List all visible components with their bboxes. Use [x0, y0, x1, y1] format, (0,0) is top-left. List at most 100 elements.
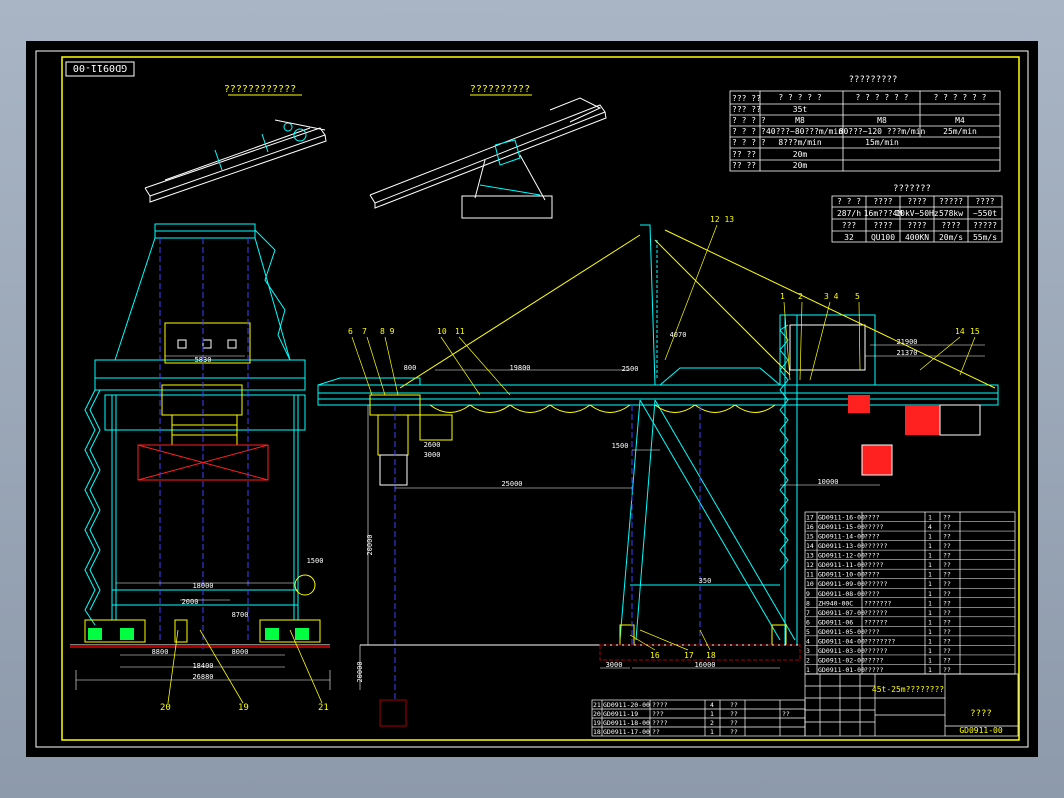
parts-lower-cell: GD0911-20-00 [603, 701, 650, 709]
spec-r3-c1: ? ? ? ? [732, 116, 766, 125]
parts-cell: 1 [928, 609, 932, 617]
parts-cell: ?? [943, 561, 951, 569]
parts-cell: 1 [928, 656, 932, 664]
parts-cell: 1 [928, 599, 932, 607]
parts-lower-cell: GD0911-17-00 [603, 728, 650, 736]
dim-2000: 2000 [182, 598, 199, 606]
parts-cell: 1 [928, 637, 932, 645]
spec-r5-c3: 15m/min [865, 138, 899, 147]
perf-r1-c3: ???? [907, 197, 926, 206]
parts-cell: GD0911-16-00 [818, 514, 865, 522]
callout-11: 11 [455, 327, 465, 336]
parts-cell: 1 [928, 533, 932, 541]
perf-r2-c5: ~550t [973, 209, 997, 218]
perf-r1-c1: ? ? ? [837, 197, 861, 206]
spec-r7-c2: 20m [793, 161, 808, 170]
perf-r3-c3: ???? [907, 221, 926, 230]
parts-cell: ????? [864, 666, 884, 674]
parts-cell: GD0911-12-00 [818, 552, 865, 560]
parts-cell: ZH940-00C [818, 599, 853, 607]
title-block-name: 45t-25m???????? [872, 685, 944, 694]
spec-r1-c3: ? ? ? ? ? ? [856, 93, 909, 102]
spec-r7-c1: ?? ?? [732, 161, 756, 170]
title-block-code: GD0911-00 [959, 726, 1003, 735]
spec-r4-c4: 25m/min [943, 127, 977, 136]
parts-cell: ????? [864, 561, 884, 569]
perf-r1-c2: ???? [873, 197, 892, 206]
spec-r3-c2: M8 [795, 116, 805, 125]
parts-cell: 3 [806, 647, 810, 655]
title-block-type: ???? [970, 709, 992, 719]
parts-cell: GD0911-04-00 [818, 637, 865, 645]
parts-cell: GD0911-07-00 [818, 609, 865, 617]
parts-lower-cell: GD0911-18-00 [603, 719, 650, 727]
perf-r3-c5: ????? [973, 221, 997, 230]
parts-cell: ?????? [864, 647, 888, 655]
parts-cell: ????? [864, 523, 884, 531]
spec-r4-c3: 80???~120 ???m/min [839, 127, 926, 136]
parts-cell: GD0911-11-00 [818, 561, 865, 569]
parts-cell: 8 [806, 599, 810, 607]
parts-cell: ?? [943, 590, 951, 598]
perf-r1-c4: ????? [939, 197, 963, 206]
callout-16: 16 [650, 651, 660, 660]
callout-17: 17 [684, 651, 694, 660]
parts-lower-cell: ?? [730, 728, 738, 736]
parts-cell: ?? [943, 637, 951, 645]
perf-r3-c2: ???? [873, 221, 892, 230]
parts-cell: 1 [928, 542, 932, 550]
callout-7: 7 [362, 327, 367, 336]
parts-lower-cell: 21 [593, 701, 601, 709]
parts-cell: ???? [864, 628, 880, 636]
parts-cell: 5 [806, 628, 810, 636]
dim-10000: 10000 [817, 478, 838, 486]
parts-cell: ?? [943, 609, 951, 617]
crane-side-elevation: 800 19800 2500 25000 1500 10000 21900 21… [317, 215, 999, 727]
parts-cell: ?????? [864, 542, 888, 550]
parts-cell: ?? [943, 552, 951, 560]
dim-350: 350 [699, 577, 712, 585]
parts-cell: ?? [943, 666, 951, 674]
perf-r1-c5: ???? [975, 197, 994, 206]
parts-lower-cell: 2 [710, 719, 714, 727]
parts-lower-cell: 1 [710, 710, 714, 718]
dim-5830: 5830 [195, 356, 212, 364]
parts-cell: 14 [806, 542, 814, 550]
callout-19: 19 [238, 703, 249, 713]
callout-18: 18 [706, 651, 716, 660]
parts-cell: ???? [864, 571, 880, 579]
dim-1500: 1500 [307, 557, 324, 565]
dim-19800: 19800 [509, 364, 530, 372]
parts-lower-cell: ???? [652, 719, 668, 727]
callout-8-9: 8 9 [380, 327, 395, 336]
parts-cell: 1 [806, 666, 810, 674]
parts-cell: GD0911-08-00 [818, 590, 865, 598]
parts-cell: GD0911-10-00 [818, 571, 865, 579]
spec-r4-c2: 40???~80???m/min [766, 127, 843, 136]
parts-cell: 4 [928, 523, 932, 531]
perf-r2-c3: 10kV~50Hz [895, 209, 939, 218]
dim-8000: 8000 [232, 648, 249, 656]
perf-r3-c1: ??? [842, 221, 857, 230]
parts-cell: 1 [928, 552, 932, 560]
spec-r3-c3: M8 [877, 116, 887, 125]
parts-list-rows: 17 GD0911-16-00???? 1 ??16 GD0911-15-00?????… [805, 514, 1015, 675]
parts-lower-cell: ?? [730, 719, 738, 727]
callout-12-13: 12 13 [710, 215, 734, 224]
parts-lower-cell: 19 [593, 719, 601, 727]
perf-r4-c3: 400KN [905, 233, 929, 242]
callout-14: 14 [955, 327, 965, 336]
callout-1: 1 [780, 292, 785, 301]
callout-21: 21 [318, 703, 329, 713]
parts-cell: ?? [943, 628, 951, 636]
parts-cell: 1 [928, 666, 932, 674]
parts-cell: ???? [864, 514, 880, 522]
parts-cell: 2 [806, 656, 810, 664]
callout-5: 5 [855, 292, 860, 301]
parts-lower-cell: ???? [652, 701, 668, 709]
callout-3-4: 3 4 [824, 292, 839, 301]
drawing-canvas[interactable]: GD0911-00 ???????????? ?????????? ??????… [26, 41, 1038, 757]
dim-4070: 4070 [670, 331, 687, 339]
callout-10: 10 [437, 327, 447, 336]
parts-cell: ??????? [864, 599, 891, 607]
